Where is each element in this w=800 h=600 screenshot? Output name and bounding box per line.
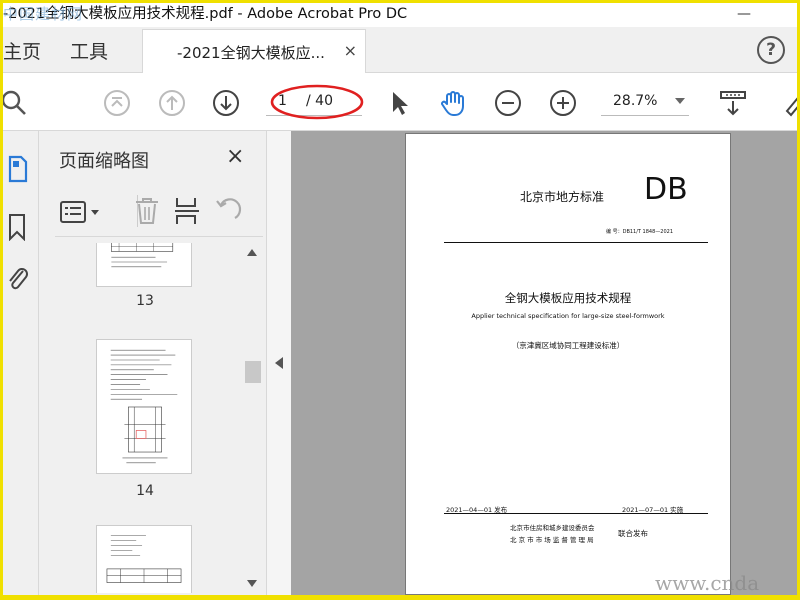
panel-title: 页面缩略图 <box>59 151 149 172</box>
header-rule <box>444 242 708 243</box>
joint-release: 联合发布 <box>618 529 648 538</box>
watermark-bottom: www.cnda <box>655 571 760 595</box>
tab-tools[interactable]: 工具 <box>70 37 108 64</box>
collapse-panel-icon[interactable] <box>275 357 283 369</box>
options-menu-icon[interactable] <box>59 199 103 225</box>
app-window: -2021全钢大模板应用技术规程.pdf - Adobe Acrobat Pro… <box>3 3 797 595</box>
search-icon[interactable] <box>3 89 29 117</box>
panel-splitter[interactable] <box>267 131 291 595</box>
page-thumbnail[interactable] <box>96 525 192 593</box>
main-toolbar: 1 / 40 28.7% <box>3 73 797 131</box>
document-title: 全钢大模板应用技术规程 <box>504 291 632 305</box>
attachment-icon[interactable] <box>6 265 30 295</box>
tab-document[interactable]: -2021全钢大模板应... × <box>142 29 366 74</box>
bookmark-icon[interactable] <box>7 213 27 241</box>
highlight-icon[interactable] <box>783 89 797 117</box>
red-annotation-ellipse <box>270 84 364 120</box>
thumbnail-preview <box>111 243 174 268</box>
thumbnail-label: 13 <box>136 293 154 309</box>
footer-rule <box>444 513 708 514</box>
thumbnail-preview <box>106 535 182 583</box>
left-nav-strip <box>3 131 39 595</box>
zoom-value: 28.7% <box>613 93 658 109</box>
first-page-icon[interactable] <box>103 89 131 117</box>
standard-label: 北京市地方标准 <box>520 190 605 204</box>
document-viewer[interactable]: 北京市地方标准 DB 编 号：DB11/T 1848—2021 全钢大模板应用技… <box>291 131 797 595</box>
select-arrow-icon[interactable] <box>386 89 414 117</box>
authority-2: 北 京 市 市 场 监 督 管 理 局 <box>510 536 594 544</box>
page-thumbnail[interactable] <box>96 339 192 474</box>
rotate-page-icon[interactable] <box>213 196 243 226</box>
thumbnail-label: 14 <box>136 483 154 499</box>
chevron-down-icon <box>675 98 685 104</box>
thumbnail-scrollbar[interactable] <box>243 241 263 593</box>
watermark-top: 中国建材网 <box>3 5 84 23</box>
document-subtitle: Applier technical specification for larg… <box>471 312 665 320</box>
close-tab-button[interactable]: × <box>344 41 357 60</box>
pdf-page: 北京市地方标准 DB 编 号：DB11/T 1848—2021 全钢大模板应用技… <box>405 133 731 595</box>
zoom-in-icon[interactable] <box>549 89 577 117</box>
document-region: （京津冀区域协同工程建设标准） <box>511 341 625 350</box>
scroll-up-icon[interactable] <box>247 249 257 256</box>
thumbnail-list: 13 14 <box>59 243 239 593</box>
hand-icon[interactable] <box>439 89 467 117</box>
standard-code: 编 号：DB11/T 1848—2021 <box>606 229 674 235</box>
insert-page-icon[interactable] <box>173 196 201 226</box>
scrollbar-thumb[interactable] <box>245 361 261 383</box>
tab-bar: 主页 工具 -2021全钢大模板应... × ? <box>3 27 797 74</box>
scroll-mode-icon[interactable] <box>719 89 747 117</box>
title-bar: -2021全钢大模板应用技术规程.pdf - Adobe Acrobat Pro… <box>3 3 797 27</box>
zoom-out-icon[interactable] <box>494 89 522 117</box>
thumbnail-preview <box>110 349 178 464</box>
help-icon[interactable]: ? <box>757 36 785 64</box>
close-panel-button[interactable]: × <box>226 144 244 169</box>
tab-home[interactable]: 主页 <box>3 37 41 64</box>
delete-page-icon[interactable] <box>133 196 161 226</box>
document-tab-label: -2021全钢大模板应... <box>177 44 325 62</box>
authority-1: 北京市住房和城乡建设委员会 <box>510 524 595 532</box>
zoom-dropdown[interactable]: 28.7% <box>601 90 689 116</box>
prev-page-icon[interactable] <box>158 89 186 117</box>
minimize-button[interactable]: — <box>737 3 751 25</box>
panel-toolbar <box>55 189 263 237</box>
thumbnail-panel: 页面缩略图 × 13 14 <box>39 131 267 595</box>
page-thumbnail[interactable] <box>96 243 192 287</box>
next-page-icon[interactable] <box>212 89 240 117</box>
page-thumbnails-icon[interactable] <box>7 155 29 183</box>
db-mark: DB <box>644 172 688 207</box>
scroll-down-icon[interactable] <box>247 580 257 587</box>
